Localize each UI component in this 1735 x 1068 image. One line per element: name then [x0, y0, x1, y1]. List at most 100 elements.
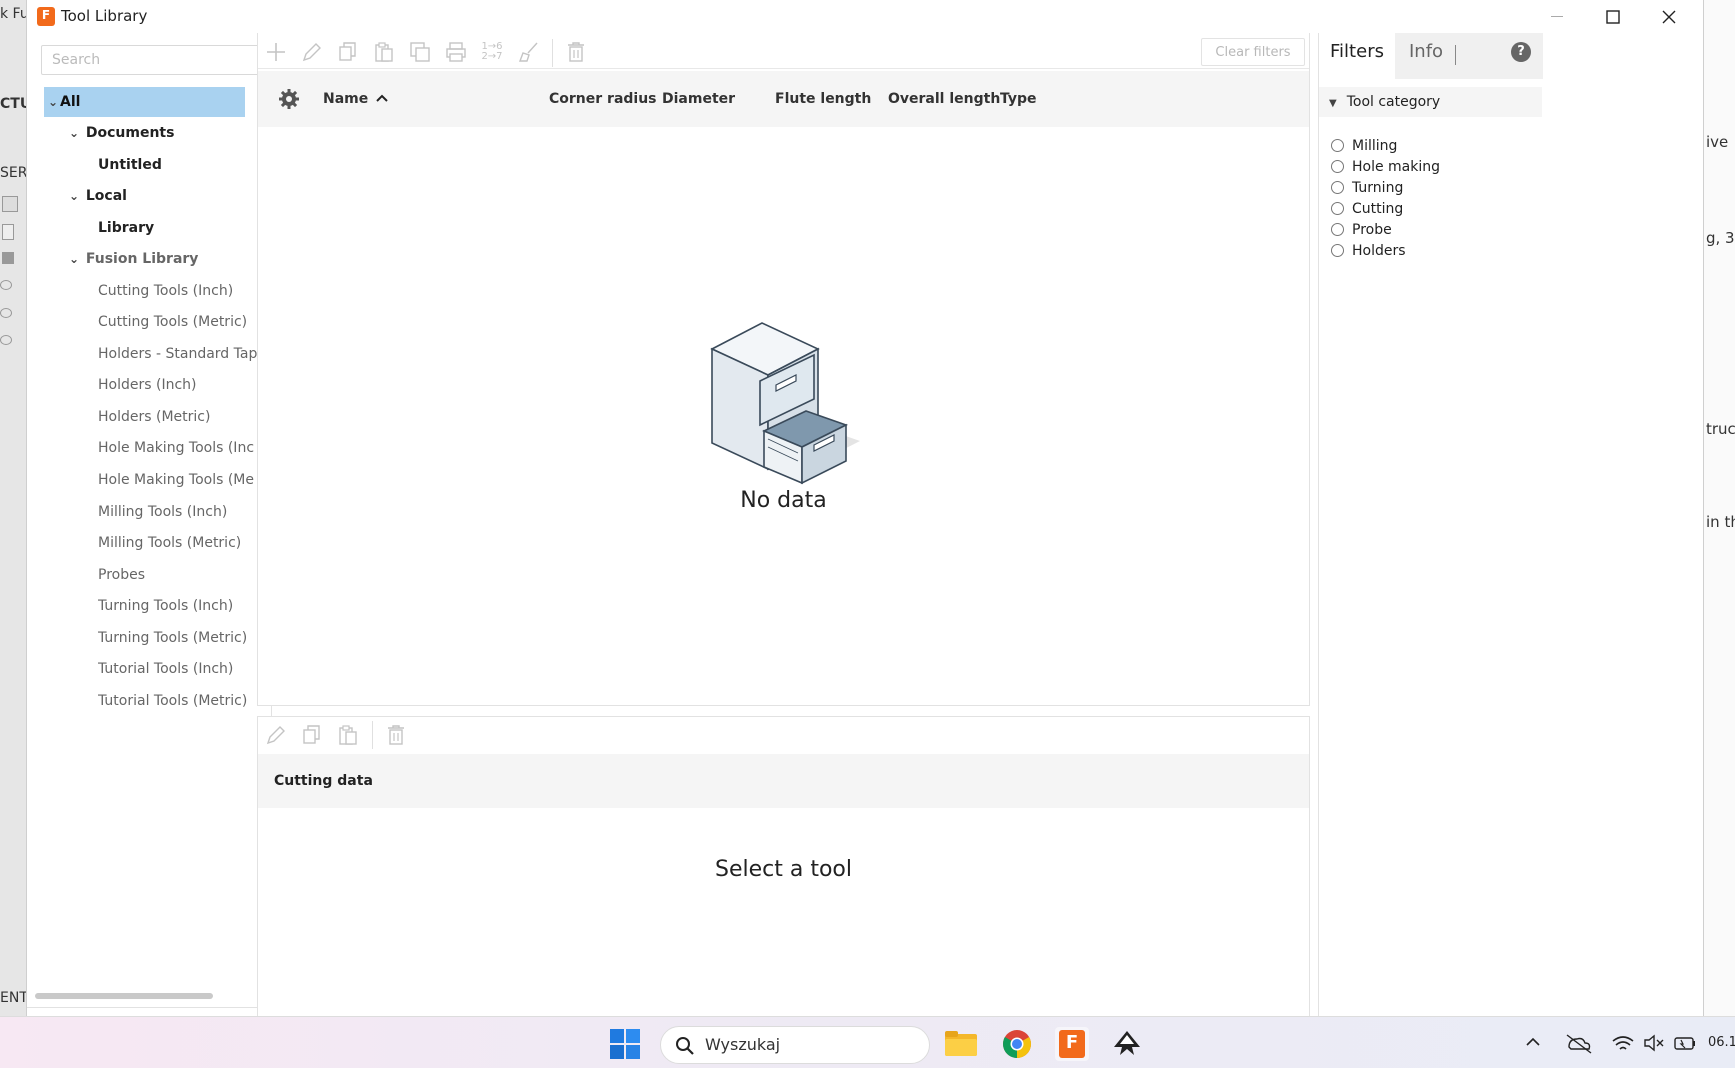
chevron-down-icon[interactable]: ⌄ [46, 87, 60, 117]
tree-item-library[interactable]: Library [98, 213, 272, 243]
duplicate-tool-button[interactable] [407, 39, 433, 65]
background-app-right: ive g, 3D truct in th [1704, 0, 1735, 1016]
print-button[interactable] [443, 39, 469, 65]
filter-option-holders[interactable]: Holders [1331, 241, 1406, 262]
tree-item-fusion-library-child[interactable]: Milling Tools (Inch) [98, 497, 272, 527]
tree-item-fusion-library-child[interactable]: Holders - Standard Tap [98, 339, 272, 369]
tree-item-fusion-library-child[interactable]: Hole Making Tools (Me [98, 465, 272, 495]
filter-option-hole-making[interactable]: Hole making [1331, 157, 1440, 178]
filter-option-label: Milling [1352, 138, 1398, 154]
tree-item-fusion-library[interactable]: ⌄ Fusion Library [67, 244, 272, 274]
bg-text: ive [1706, 133, 1729, 151]
eye-icon [0, 280, 12, 290]
title-bar[interactable]: F Tool Library [27, 0, 1703, 33]
radio-button[interactable] [1331, 139, 1344, 152]
folder-icon [945, 1031, 977, 1056]
copy-icon [339, 42, 356, 61]
tree-item-local[interactable]: ⌄ Local [67, 181, 272, 211]
edit-cutting-data-button[interactable] [263, 722, 289, 748]
tree-item-label: Library [98, 220, 155, 236]
add-tool-button[interactable] [263, 39, 289, 65]
close-button[interactable] [1641, 0, 1697, 33]
cutting-data-label: Cutting data [274, 773, 373, 789]
tree-item-fusion-library-child[interactable]: Holders (Metric) [98, 402, 272, 432]
column-header-flute-length[interactable]: Flute length [775, 71, 871, 127]
tree-item-fusion-library-child[interactable]: Probes [98, 560, 272, 590]
chevron-up-icon [1526, 1037, 1540, 1046]
clock[interactable]: 06.1 [1708, 1035, 1735, 1050]
tree-item-fusion-library-child[interactable]: Hole Making Tools (Inc [98, 433, 272, 463]
column-header-type[interactable]: Type [1000, 71, 1037, 127]
table-header: Name Corner radius Diameter Flute length… [258, 71, 1309, 127]
filter-option-label: Probe [1352, 222, 1392, 238]
renumber-button[interactable]: 1→6 2→7 [479, 39, 505, 65]
clear-filters-button[interactable]: Clear filters [1201, 38, 1305, 66]
tree-item-untitled[interactable]: Untitled [98, 150, 272, 180]
paste-tool-button[interactable] [371, 39, 397, 65]
tree-item-fusion-library-child[interactable]: Tutorial Tools (Inch) [98, 654, 272, 684]
chevron-down-icon[interactable]: ⌄ [67, 181, 81, 211]
start-button[interactable] [610, 1029, 640, 1063]
horizontal-scrollbar[interactable] [35, 993, 213, 999]
tree-item-fusion-library-child[interactable]: Turning Tools (Inch) [98, 591, 272, 621]
radio-button[interactable] [1331, 202, 1344, 215]
tree-item-label: Local [85, 188, 127, 204]
tree-item-label: Probes [98, 567, 146, 583]
help-icon[interactable]: ? [1511, 42, 1531, 62]
tab-filters[interactable]: Filters [1319, 33, 1395, 79]
minimize-button[interactable] [1529, 0, 1585, 33]
chevron-down-icon[interactable]: ⌄ [67, 118, 81, 148]
tree-item-fusion-library-child[interactable]: Turning Tools (Metric) [98, 623, 272, 653]
filter-option-turning[interactable]: Turning [1331, 178, 1403, 199]
tree-item-fusion-library-child[interactable]: Milling Tools (Metric) [98, 528, 272, 558]
copy-cutting-data-button[interactable] [299, 722, 325, 748]
column-header-name[interactable]: Name [323, 71, 388, 127]
column-header-diameter[interactable]: Diameter [662, 71, 735, 127]
taskbar-search[interactable]: Wyszukaj [660, 1026, 930, 1064]
filter-option-milling[interactable]: Milling [1331, 136, 1397, 157]
filter-option-probe[interactable]: Probe [1331, 220, 1392, 241]
tree-item-documents[interactable]: ⌄ Documents [67, 118, 272, 148]
tree-item-fusion-library-child[interactable]: Cutting Tools (Metric) [98, 307, 272, 337]
file-explorer-button[interactable] [944, 1027, 978, 1061]
inkscape-button[interactable] [1110, 1027, 1144, 1061]
cutting-data-header: Cutting data [258, 754, 1309, 808]
column-header-corner-radius[interactable]: Corner radius [549, 71, 657, 127]
radio-button[interactable] [1331, 181, 1344, 194]
paste-cutting-data-button[interactable] [335, 722, 361, 748]
inkscape-icon [1114, 1031, 1140, 1055]
cutting-data-panel: Cutting data Select a tool [257, 716, 1310, 1016]
tree-item-all[interactable]: ⌄ All [44, 87, 245, 117]
tree-item-label: Holders (Inch) [98, 377, 197, 393]
edit-tool-button[interactable] [299, 39, 325, 65]
maximize-icon [1606, 9, 1620, 24]
chevron-down-icon[interactable]: ⌄ [67, 244, 81, 274]
tree-item-fusion-library-child[interactable]: Tutorial Tools (Metric) [98, 686, 272, 716]
maximize-button[interactable] [1585, 0, 1641, 33]
fusion-app-button[interactable]: F [1055, 1027, 1089, 1061]
fusion-logo-icon: F [37, 7, 55, 26]
delete-tool-button[interactable] [563, 39, 589, 65]
radio-button[interactable] [1331, 160, 1344, 173]
column-settings-button[interactable] [278, 88, 300, 114]
tool-category-header[interactable]: ▼ Tool category [1319, 87, 1542, 117]
column-header-overall-length[interactable]: Overall length [888, 71, 1000, 127]
radio-button[interactable] [1331, 244, 1344, 257]
chrome-button[interactable] [1000, 1027, 1034, 1061]
taskbar-search-text: Wyszukaj [705, 1035, 781, 1054]
broom-button[interactable] [515, 39, 541, 65]
print-icon [446, 42, 466, 62]
gear-icon [279, 89, 299, 109]
copy-tool-button[interactable] [335, 39, 361, 65]
tree-item-fusion-library-child[interactable]: Cutting Tools (Inch) [98, 276, 272, 306]
eye-icon [0, 308, 12, 318]
tree-item-label: Milling Tools (Metric) [98, 535, 242, 551]
tree-item-label: Tutorial Tools (Inch) [98, 661, 234, 677]
radio-button[interactable] [1331, 223, 1344, 236]
filter-option-cutting[interactable]: Cutting [1331, 199, 1403, 220]
system-tray [1525, 1031, 1705, 1059]
column-label: Name [323, 91, 369, 107]
search-input[interactable] [41, 45, 271, 75]
delete-cutting-data-button[interactable] [383, 722, 409, 748]
tree-item-fusion-library-child[interactable]: Holders (Inch) [98, 370, 272, 400]
